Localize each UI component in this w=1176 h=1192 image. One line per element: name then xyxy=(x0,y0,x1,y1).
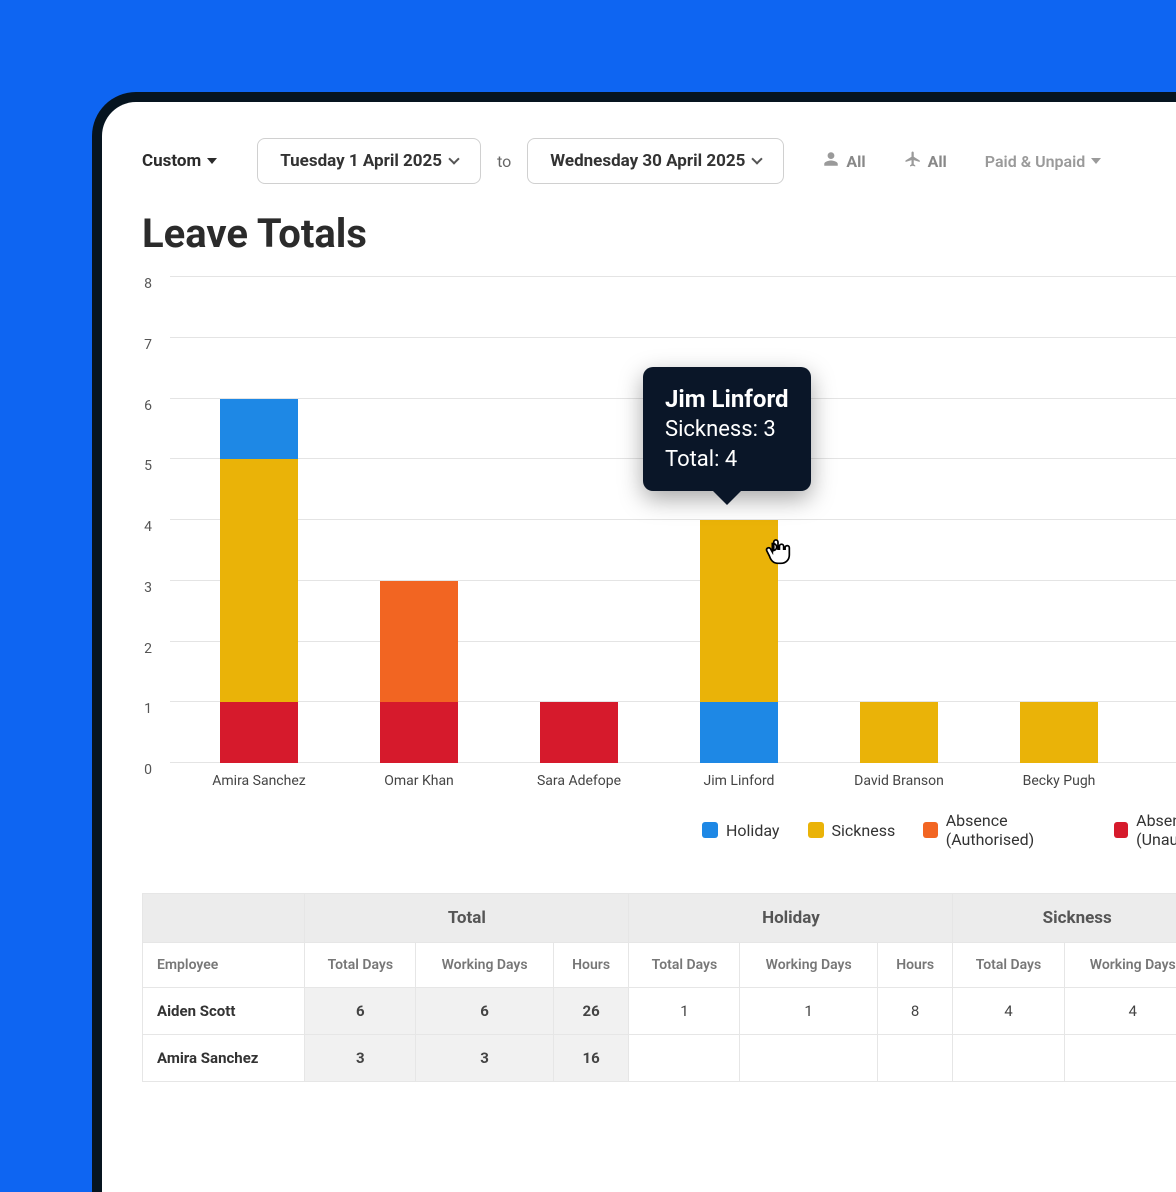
leave-type-filter-label: All xyxy=(928,152,947,171)
swatch-icon xyxy=(1114,822,1129,838)
range-label: Custom xyxy=(142,151,201,171)
to-label: to xyxy=(493,152,515,171)
bar-amira-sanchez[interactable] xyxy=(220,399,298,764)
col-group-total: Total xyxy=(305,894,629,943)
bar-segment-sickness[interactable] xyxy=(220,459,298,702)
chart-legend: Holiday Sickness Absence (Authorised) Ab… xyxy=(702,797,1176,849)
legend-item-holiday[interactable]: Holiday xyxy=(702,811,780,849)
date-to-picker[interactable]: Wednesday 30 April 2025 xyxy=(527,138,784,184)
y-tick: 8 xyxy=(134,276,152,292)
tooltip-name: Jim Linford xyxy=(665,383,789,415)
x-tick: Omar Khan xyxy=(384,773,454,789)
people-filter[interactable]: All xyxy=(822,150,865,172)
x-tick: Sara Adefope xyxy=(537,773,621,789)
filter-bar: Custom Tuesday 1 April 2025 to Wednesday… xyxy=(102,138,1176,184)
legend-item-sickness[interactable]: Sickness xyxy=(808,811,896,849)
col-employee: Employee xyxy=(143,943,305,988)
x-tick: David Branson xyxy=(854,773,944,789)
y-tick: 6 xyxy=(134,398,152,414)
table-group-header: Total Holiday Sickness xyxy=(143,894,1176,943)
bar-segment-absence-unauth[interactable] xyxy=(380,702,458,763)
chevron-down-icon xyxy=(752,153,763,164)
page-title: Leave Totals xyxy=(102,184,1176,267)
col-group-sickness: Sickness xyxy=(953,894,1176,943)
plane-icon xyxy=(904,150,922,172)
bar-segment-holiday[interactable] xyxy=(700,702,778,763)
range-dropdown[interactable]: Custom xyxy=(142,151,245,171)
cell-employee: Amira Sanchez xyxy=(143,1035,305,1082)
date-from-picker[interactable]: Tuesday 1 April 2025 xyxy=(257,138,481,184)
cell-employee: Aiden Scott xyxy=(143,988,305,1035)
tooltip-line-2: Total: 4 xyxy=(665,445,789,475)
y-tick: 4 xyxy=(134,519,152,535)
legend-item-absence-unauth[interactable]: Absence (Unauthorised) xyxy=(1114,811,1176,849)
people-filter-label: All xyxy=(846,152,865,171)
x-tick: Becky Pugh xyxy=(1023,773,1096,789)
y-tick: 0 xyxy=(134,762,152,778)
swatch-icon xyxy=(702,822,718,838)
y-tick: 2 xyxy=(134,641,152,657)
table-row[interactable]: Amira Sanchez 3 3 16 xyxy=(143,1035,1176,1082)
tooltip-line-1: Sickness: 3 xyxy=(665,415,789,445)
date-to-label: Wednesday 30 April 2025 xyxy=(550,151,745,171)
leave-table-container: Total Holiday Sickness Employee Total Da… xyxy=(102,893,1176,1082)
bar-david-branson[interactable] xyxy=(860,702,938,763)
x-tick: Jim Linford xyxy=(704,773,775,789)
leave-table: Total Holiday Sickness Employee Total Da… xyxy=(142,893,1176,1082)
table-sub-header: Employee Total Days Working Days Hours T… xyxy=(143,943,1176,988)
paid-filter[interactable]: Paid & Unpaid xyxy=(985,152,1101,171)
col-group-holiday: Holiday xyxy=(629,894,953,943)
chart-container: 0 1 2 3 4 5 6 7 8 xyxy=(102,267,1176,849)
bar-segment-holiday[interactable] xyxy=(220,399,298,460)
bar-sara-adefope[interactable] xyxy=(540,702,618,763)
y-tick: 7 xyxy=(134,337,152,353)
bar-segment-absence-unauth[interactable] xyxy=(540,702,618,763)
app-card: Custom Tuesday 1 April 2025 to Wednesday… xyxy=(92,92,1176,1192)
x-tick: Amira Sanchez xyxy=(212,773,305,789)
bar-segment-sickness[interactable] xyxy=(860,702,938,763)
leave-totals-chart[interactable]: 0 1 2 3 4 5 6 7 8 xyxy=(142,277,1176,797)
swatch-icon xyxy=(923,822,938,838)
user-icon xyxy=(822,150,840,172)
cursor-hand-icon xyxy=(761,535,795,576)
bar-segment-absence-auth[interactable] xyxy=(380,581,458,703)
bar-omar-khan[interactable] xyxy=(380,581,458,763)
leave-type-filter[interactable]: All xyxy=(904,150,947,172)
paid-filter-label: Paid & Unpaid xyxy=(985,152,1085,171)
y-tick: 1 xyxy=(134,701,152,717)
table-row[interactable]: Aiden Scott 6 6 26 1 1 8 4 4 xyxy=(143,988,1176,1035)
date-from-label: Tuesday 1 April 2025 xyxy=(280,151,442,171)
swatch-icon xyxy=(808,822,824,838)
chevron-down-icon xyxy=(1091,158,1101,164)
y-tick: 5 xyxy=(134,458,152,474)
plot-area xyxy=(170,277,1176,763)
y-tick: 3 xyxy=(134,580,152,596)
chevron-down-icon xyxy=(207,158,217,164)
bar-becky-pugh[interactable] xyxy=(1020,702,1098,763)
chart-tooltip: Jim Linford Sickness: 3 Total: 4 xyxy=(643,367,811,491)
bar-segment-absence-unauth[interactable] xyxy=(220,702,298,763)
bar-segment-sickness[interactable] xyxy=(1020,702,1098,763)
legend-item-absence-auth[interactable]: Absence (Authorised) xyxy=(923,811,1085,849)
chevron-down-icon xyxy=(448,153,459,164)
